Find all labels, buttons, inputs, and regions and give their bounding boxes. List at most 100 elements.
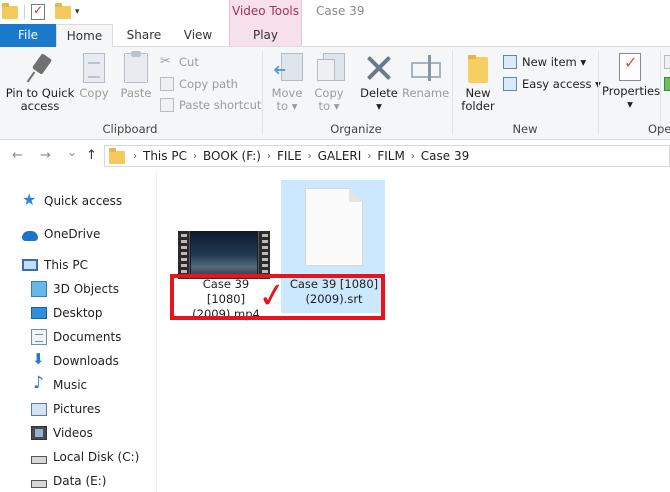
chevron-right-icon[interactable]: ›	[265, 151, 273, 162]
chevron-right-icon[interactable]: ›	[409, 151, 417, 162]
separator	[24, 5, 25, 19]
nav-label: 3D Objects	[53, 282, 120, 296]
group-divider	[262, 51, 263, 135]
edit-icon-partial[interactable]	[664, 75, 670, 93]
nav-item-videos[interactable]: Videos	[31, 422, 93, 444]
copy-path-button[interactable]: Copy path	[160, 75, 238, 93]
nav-item-this-pc[interactable]: This PC	[22, 254, 88, 276]
nav-label: Music	[53, 378, 88, 392]
nav-label: Videos	[53, 426, 93, 440]
nav-label: Data (E:)	[53, 474, 107, 488]
nav-item-downloads[interactable]: Downloads	[31, 350, 119, 372]
checkmark-icon: ✓	[255, 274, 290, 318]
nav-item-quick-access[interactable]: Quick access	[22, 190, 122, 212]
new-item-icon	[503, 55, 517, 69]
breadcrumb-this-pc[interactable]: This PC	[139, 149, 191, 163]
cloud-icon	[22, 230, 38, 241]
properties-icon[interactable]	[31, 3, 45, 20]
move-to-icon	[273, 53, 303, 83]
nav-item-music[interactable]: Music	[31, 373, 88, 396]
delete-icon	[365, 53, 393, 83]
nav-item-local-disk-c[interactable]: Local Disk (C:)	[31, 446, 139, 468]
nav-label: Desktop	[53, 306, 103, 320]
up-arrow-icon[interactable]: ↑	[86, 148, 97, 163]
cube-icon	[31, 281, 47, 297]
easy-access-label: Easy access ▾	[522, 77, 601, 91]
chevron-right-icon[interactable]: ›	[306, 151, 314, 162]
pictures-icon	[31, 402, 47, 416]
tab-home[interactable]: Home	[56, 24, 113, 48]
delete-button[interactable]: Delete ▾	[358, 53, 400, 113]
rename-label: Rename	[402, 86, 450, 100]
breadcrumb-case-39[interactable]: Case 39	[417, 149, 473, 163]
file-list: Case 39 [1080] (2009).mp4 Case 39 [1080]…	[158, 171, 670, 492]
copy-button[interactable]: Copy	[76, 53, 112, 100]
quick-access-toolbar: ▾	[2, 2, 80, 22]
open-icon-partial[interactable]	[664, 53, 670, 71]
clipboard-group-label: Clipboard	[102, 122, 158, 136]
folder-icon	[109, 148, 125, 164]
film-icon	[31, 426, 47, 440]
tab-share[interactable]: Share	[118, 24, 170, 47]
new-item-button[interactable]: New item ▾	[503, 53, 586, 71]
breadcrumb-galeri[interactable]: GALERI	[314, 149, 366, 163]
desktop-icon	[31, 307, 47, 319]
new-folder-icon[interactable]	[55, 2, 71, 19]
group-divider	[598, 51, 599, 135]
easy-access-button[interactable]: Easy access ▾	[503, 75, 601, 93]
pin-to-quick-access-button[interactable]: Pin to Quick access	[4, 53, 76, 113]
tab-view[interactable]: View	[172, 24, 224, 47]
music-note-icon	[31, 373, 47, 393]
recent-locations-chevron-down-icon[interactable]: ⌄	[67, 145, 77, 159]
pin-icon	[26, 53, 54, 83]
nav-item-documents[interactable]: Documents	[31, 326, 121, 348]
chevron-right-icon[interactable]: ›	[365, 151, 373, 162]
new-item-label: New item ▾	[522, 55, 587, 69]
copy-to-button[interactable]: Copy to ▾	[310, 53, 348, 113]
nav-item-pictures[interactable]: Pictures	[31, 398, 101, 420]
move-to-label: Move to ▾	[271, 86, 303, 113]
breadcrumb-film[interactable]: FILM	[373, 149, 408, 163]
nav-label: This PC	[44, 258, 88, 272]
nav-item-desktop[interactable]: Desktop	[31, 302, 103, 324]
nav-label: Pictures	[53, 402, 101, 416]
paste-shortcut-label: Paste shortcut	[179, 98, 262, 112]
tab-play[interactable]: Play	[229, 24, 302, 47]
navigation-pane: Quick access OneDrive This PC 3D Objects…	[0, 171, 157, 492]
address-bar-row: ← → ⌄ ↑ › This PC › BOOK (F:) › FILE › G…	[0, 141, 670, 171]
paste-button[interactable]: Paste	[118, 51, 154, 100]
contextual-group-label: Video Tools	[232, 4, 299, 18]
ribbon-tabs: File Home Share View Play	[0, 24, 670, 48]
nav-item-3d-objects[interactable]: 3D Objects	[31, 278, 119, 300]
video-frame	[191, 231, 257, 279]
chevron-right-icon[interactable]: ›	[191, 151, 199, 162]
srt-file-icon[interactable]	[305, 188, 363, 266]
documents-icon	[31, 329, 47, 345]
move-to-button[interactable]: Move to ▾	[268, 53, 306, 113]
breadcrumb-file[interactable]: FILE	[273, 149, 306, 163]
nav-label: Downloads	[53, 354, 119, 368]
organize-group-label: Organize	[330, 122, 382, 136]
breadcrumb-book-f[interactable]: BOOK (F:)	[199, 149, 265, 163]
paste-label: Paste	[120, 86, 152, 100]
drive-icon	[31, 456, 47, 464]
nav-item-onedrive[interactable]: OneDrive	[22, 223, 100, 245]
cut-label: Cut	[179, 55, 199, 69]
video-thumbnail[interactable]	[178, 231, 270, 279]
tab-file[interactable]: File	[0, 24, 56, 47]
forward-arrow-icon[interactable]: →	[40, 148, 51, 163]
new-folder-button[interactable]: New folder	[458, 53, 498, 113]
title-bar: ▾ Case 39	[0, 0, 670, 24]
film-strip-left	[178, 231, 190, 279]
back-arrow-icon[interactable]: ←	[12, 148, 23, 163]
chevron-right-icon[interactable]: ›	[131, 151, 139, 162]
rename-button[interactable]: Rename	[402, 53, 450, 100]
nav-item-data-e[interactable]: Data (E:)	[31, 470, 106, 492]
cut-button[interactable]: ✂ Cut	[160, 53, 199, 71]
copy-path-icon	[160, 77, 174, 91]
customize-toolbar-icon[interactable]: ▾	[75, 7, 80, 17]
properties-button[interactable]: Properties ▾	[602, 53, 660, 111]
paste-shortcut-button[interactable]: Paste shortcut	[160, 96, 261, 114]
rename-icon	[409, 53, 441, 83]
address-box[interactable]: › This PC › BOOK (F:) › FILE › GALERI › …	[104, 145, 670, 167]
